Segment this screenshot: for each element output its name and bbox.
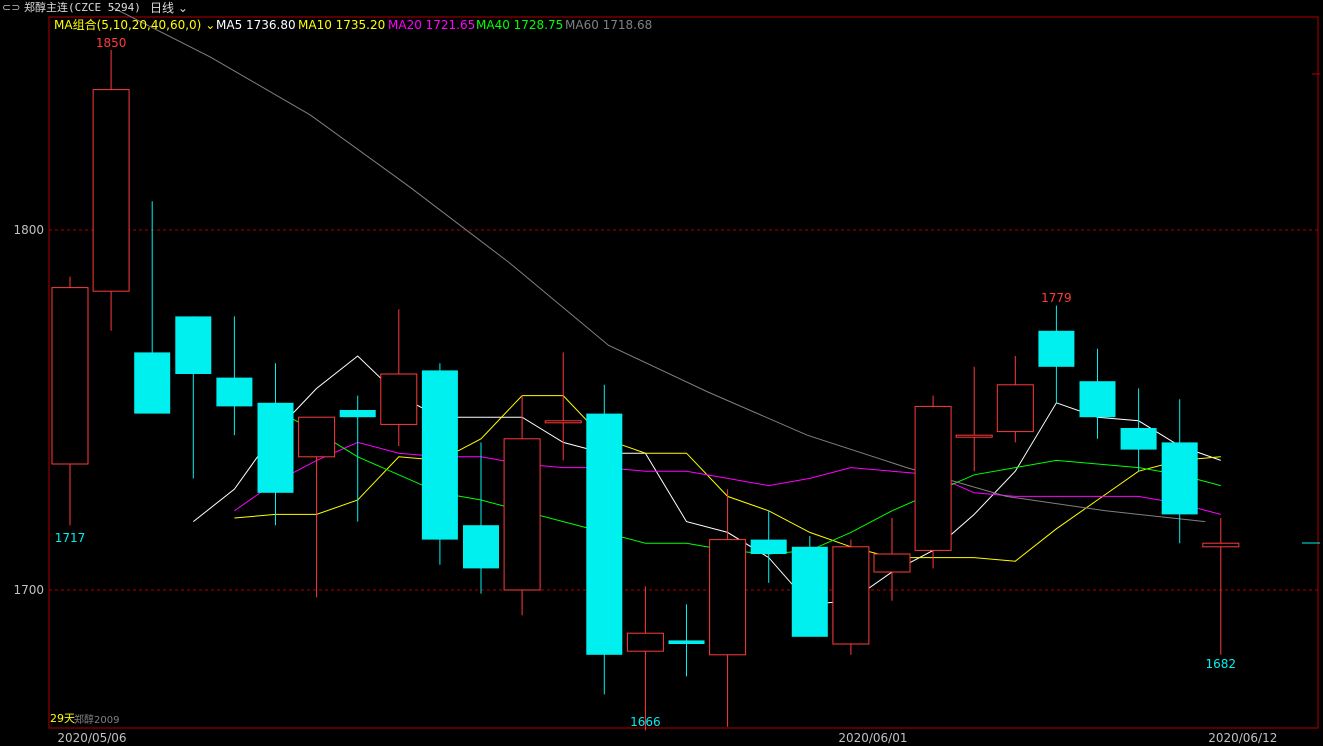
candle-body [750, 539, 787, 554]
y-tick-label: 1800 [13, 223, 44, 237]
candle-body [873, 553, 911, 573]
x-tick-label: 2020/05/06 [57, 731, 126, 745]
first-low-label: 1717 [55, 531, 86, 545]
high-price-label: 1850 [96, 36, 127, 50]
candle-body [339, 410, 376, 418]
candle [175, 316, 212, 479]
candle [709, 489, 747, 727]
candle [626, 586, 664, 731]
candle-body [668, 640, 705, 644]
candle-body [1161, 442, 1198, 515]
candle [92, 50, 130, 331]
candle-body [1038, 330, 1075, 367]
candle [1079, 348, 1116, 439]
candle [668, 604, 705, 677]
candle-body [1120, 428, 1157, 450]
ma-group-label: MA组合(5,10,20,40,60,0) [54, 18, 202, 32]
candle-body [586, 413, 623, 655]
candle [1202, 518, 1240, 655]
candle [257, 363, 294, 526]
x-tick-label: 2020/06/12 [1208, 731, 1277, 745]
candle [914, 395, 952, 569]
candle [955, 366, 993, 472]
candle [134, 201, 171, 414]
days-count: 29天 [50, 712, 75, 725]
ma40-value: MA40 1728.75 [476, 18, 564, 32]
low-price-label: 1666 [630, 715, 661, 729]
candle-body [134, 352, 171, 414]
candle [996, 356, 1034, 443]
candle-body [92, 89, 130, 292]
symbol-label[interactable]: 郑醇主连(CZCE 5294) [24, 1, 141, 15]
watermark: 郑醇2009 [74, 715, 120, 726]
candle [298, 416, 336, 598]
ma5-line [192, 355, 1221, 605]
candle [216, 316, 253, 436]
y-tick-label: 1700 [13, 583, 44, 597]
candle-body [709, 539, 747, 656]
candle [51, 276, 89, 526]
candle [873, 518, 911, 601]
candle-body [996, 384, 1034, 433]
candle-body [1202, 542, 1240, 548]
candle [832, 539, 870, 655]
candlestick-chart[interactable]: 1700 1800 2020/05/06 2020/06/01 2020/06/12 1… [0, 0, 1323, 746]
candle-body [463, 525, 499, 569]
candle [463, 442, 499, 594]
candle-body [503, 438, 541, 591]
title-bar: ⊂⊃ 郑醇主连(CZCE 5294) 日线 ⌄ [0, 0, 1323, 16]
candle-body [175, 316, 212, 374]
candle-body [955, 434, 993, 438]
candle-body [914, 405, 952, 551]
candle [791, 536, 828, 637]
period-label: 日线 [150, 1, 175, 15]
candle [421, 363, 458, 565]
candle [544, 352, 582, 461]
ma5-value: MA5 1736.80 [216, 18, 296, 32]
candle-body [51, 287, 89, 465]
x-tick-label: 2020/06/01 [838, 731, 907, 745]
ma-indicator-bar: MA组合(5,10,20,40,60,0) ⌄ MA5 1736.80 MA10… [0, 18, 1323, 34]
candle [1161, 399, 1198, 544]
candle [380, 309, 418, 446]
candle-body [544, 420, 582, 424]
candle [586, 384, 623, 695]
candle [1038, 305, 1075, 403]
candle-body [298, 416, 336, 458]
plot-frame [48, 16, 1319, 729]
local-high-label: 1779 [1041, 291, 1072, 305]
candle-body [791, 546, 828, 637]
candle-body [257, 402, 294, 493]
chevron-down-icon: ⌄ [205, 18, 216, 32]
last-low-label: 1682 [1206, 657, 1237, 671]
ma10-value: MA10 1735.20 [298, 18, 386, 32]
link-icon[interactable]: ⊂⊃ [2, 1, 20, 15]
candle-body [626, 632, 664, 652]
candle-body [216, 377, 253, 407]
candle [339, 395, 376, 522]
candle-body [832, 546, 870, 645]
candle-body [1079, 381, 1116, 418]
ma-group-selector[interactable]: MA组合(5,10,20,40,60,0) ⌄ [54, 18, 215, 32]
chevron-down-icon: ⌄ [177, 1, 188, 15]
candle [1120, 388, 1157, 472]
candle-body [421, 370, 458, 540]
candle-body [380, 373, 418, 425]
ma60-value: MA60 1718.68 [565, 18, 653, 32]
ma20-value: MA20 1721.65 [388, 18, 476, 32]
period-selector[interactable]: 日线 ⌄ [150, 1, 188, 15]
candle [503, 395, 541, 616]
